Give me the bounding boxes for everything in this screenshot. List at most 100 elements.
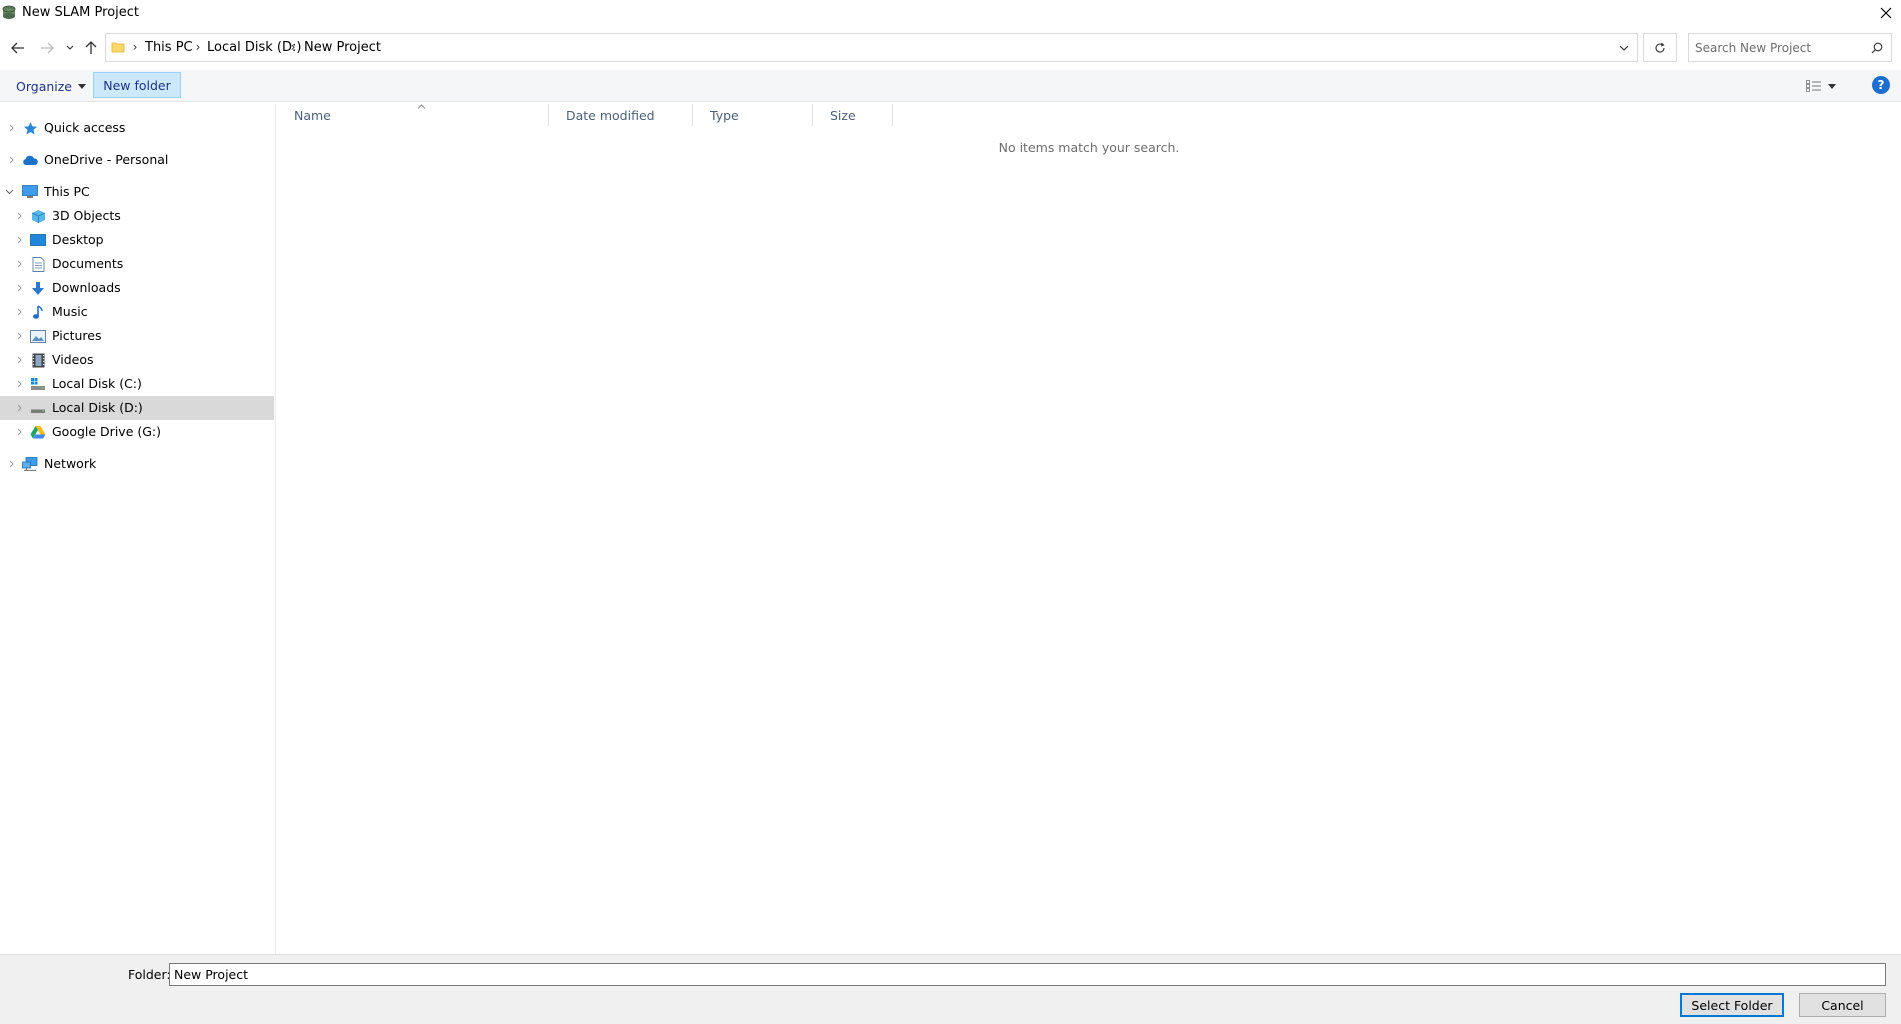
chevron-down-icon <box>66 45 74 50</box>
tree-item-local-disk-c[interactable]: Local Disk (C:) <box>0 372 274 396</box>
chevron-right-icon[interactable] <box>14 283 24 293</box>
new-folder-button[interactable]: New folder <box>93 72 181 98</box>
forward-button[interactable] <box>37 38 57 58</box>
chevron-right-icon[interactable] <box>6 155 16 165</box>
address-dropdown-button[interactable] <box>1616 40 1632 56</box>
details-view-icon <box>1806 80 1821 92</box>
tree-item-downloads[interactable]: Downloads <box>0 276 274 300</box>
close-button[interactable] <box>1870 0 1901 26</box>
chevron-right-icon[interactable] <box>14 403 24 413</box>
back-button[interactable] <box>8 38 28 58</box>
star-icon <box>22 120 38 136</box>
chevron-down-icon[interactable] <box>4 187 14 197</box>
chevron-right-icon[interactable] <box>14 331 24 341</box>
tree-item-label: Pictures <box>52 328 102 343</box>
tree-item-label: Network <box>44 456 97 471</box>
chevron-right-icon[interactable] <box>14 427 24 437</box>
network-icon <box>22 456 38 472</box>
desktop-icon <box>30 232 46 248</box>
computer-icon <box>22 184 38 200</box>
chevron-right-icon[interactable] <box>14 307 24 317</box>
google-drive-icon <box>30 424 46 440</box>
system-drive-icon <box>30 376 46 392</box>
chevron-right-icon[interactable] <box>14 211 24 221</box>
cloud-icon <box>22 152 38 168</box>
command-bar: Organize New folder ? <box>0 70 1901 102</box>
tree-item-quick-access[interactable]: Quick access <box>0 116 274 140</box>
tree-item-videos[interactable]: Videos <box>0 348 274 372</box>
breadcrumb-separator-icon[interactable]: › <box>287 40 299 54</box>
chevron-right-icon[interactable] <box>14 235 24 245</box>
navigation-pane: Quick access OneDrive - Personal This PC… <box>0 104 276 954</box>
tree-item-label: Videos <box>52 352 94 367</box>
chevron-right-icon[interactable] <box>6 123 16 133</box>
cube-icon <box>30 208 46 224</box>
column-header-type[interactable]: Type <box>693 104 813 126</box>
chevron-right-icon[interactable] <box>6 459 16 469</box>
chevron-right-icon[interactable] <box>14 355 24 365</box>
navigation-bar: › This PC › Local Disk (D:) › New Projec… <box>0 30 1901 64</box>
tree-item-this-pc[interactable]: This PC <box>0 180 274 204</box>
caret-down-icon <box>78 83 86 89</box>
up-button[interactable] <box>81 38 101 58</box>
film-icon <box>30 352 46 368</box>
tree-item-onedrive[interactable]: OneDrive - Personal <box>0 148 274 172</box>
tree-item-label: Downloads <box>52 280 121 295</box>
search-box[interactable] <box>1688 33 1892 62</box>
organize-button[interactable]: Organize <box>10 73 92 99</box>
search-icon[interactable] <box>1869 40 1885 56</box>
file-list-pane[interactable]: Name Date modified Type Size No items ma… <box>277 103 1901 954</box>
tree-item-3d-objects[interactable]: 3D Objects <box>0 204 274 228</box>
tree-item-local-disk-d[interactable]: Local Disk (D:) <box>0 396 274 420</box>
tree-item-label: Quick access <box>44 120 126 135</box>
tree-item-label: Documents <box>52 256 124 271</box>
column-header-name[interactable]: Name <box>277 104 549 126</box>
tree-item-music[interactable]: Music <box>0 300 274 324</box>
window-title: New SLAM Project <box>22 5 139 20</box>
document-icon <box>30 256 46 272</box>
picture-icon <box>30 328 46 344</box>
music-note-icon <box>30 304 46 320</box>
breadcrumb-separator-icon[interactable]: › <box>192 40 204 54</box>
breadcrumb-new-project[interactable]: New Project <box>304 40 381 55</box>
change-view-button[interactable] <box>1806 76 1846 96</box>
column-header-date-modified[interactable]: Date modified <box>549 104 693 126</box>
help-button[interactable]: ? <box>1872 76 1890 94</box>
back-arrow-icon <box>11 42 24 54</box>
tree-item-label: Local Disk (C:) <box>52 376 142 391</box>
breadcrumb-this-pc[interactable]: This PC <box>145 40 193 55</box>
search-input[interactable] <box>1695 40 1860 56</box>
chevron-right-icon[interactable] <box>14 379 24 389</box>
close-icon <box>1880 7 1891 19</box>
folder-name-input[interactable] <box>169 963 1886 986</box>
address-bar[interactable]: › This PC › Local Disk (D:) › New Projec… <box>105 33 1638 62</box>
tree-item-documents[interactable]: Documents <box>0 252 274 276</box>
tree-item-google-drive[interactable]: Google Drive (G:) <box>0 420 274 444</box>
drive-icon <box>30 400 46 416</box>
column-header-size[interactable]: Size <box>813 104 893 126</box>
tree-item-network[interactable]: Network <box>0 452 274 476</box>
chevron-down-icon <box>1619 45 1629 51</box>
refresh-icon <box>1655 42 1665 53</box>
caret-down-icon <box>1828 83 1836 89</box>
tree-item-label: This PC <box>44 184 90 199</box>
folder-label: Folder: <box>128 967 171 982</box>
cancel-button[interactable]: Cancel <box>1799 993 1886 1017</box>
tree-item-label: Local Disk (D:) <box>52 400 143 415</box>
breadcrumb-separator-icon[interactable]: › <box>129 40 141 54</box>
tree-item-desktop[interactable]: Desktop <box>0 228 274 252</box>
tree-item-label: Google Drive (G:) <box>52 424 162 439</box>
forward-arrow-icon <box>41 42 54 54</box>
chevron-right-icon[interactable] <box>14 259 24 269</box>
tree-item-label: Desktop <box>52 232 104 247</box>
empty-results-message: No items match your search. <box>998 140 1180 155</box>
tree-item-label: OneDrive - Personal <box>44 152 169 167</box>
tree-item-label: 3D Objects <box>52 208 121 223</box>
dialog-footer: Folder: Select Folder Cancel <box>0 954 1901 1024</box>
up-arrow-icon <box>85 41 97 54</box>
tree-item-pictures[interactable]: Pictures <box>0 324 274 348</box>
refresh-button[interactable] <box>1643 33 1677 62</box>
recent-locations-button[interactable] <box>62 38 78 58</box>
select-folder-button[interactable]: Select Folder <box>1680 993 1784 1017</box>
organize-label: Organize <box>16 78 72 94</box>
